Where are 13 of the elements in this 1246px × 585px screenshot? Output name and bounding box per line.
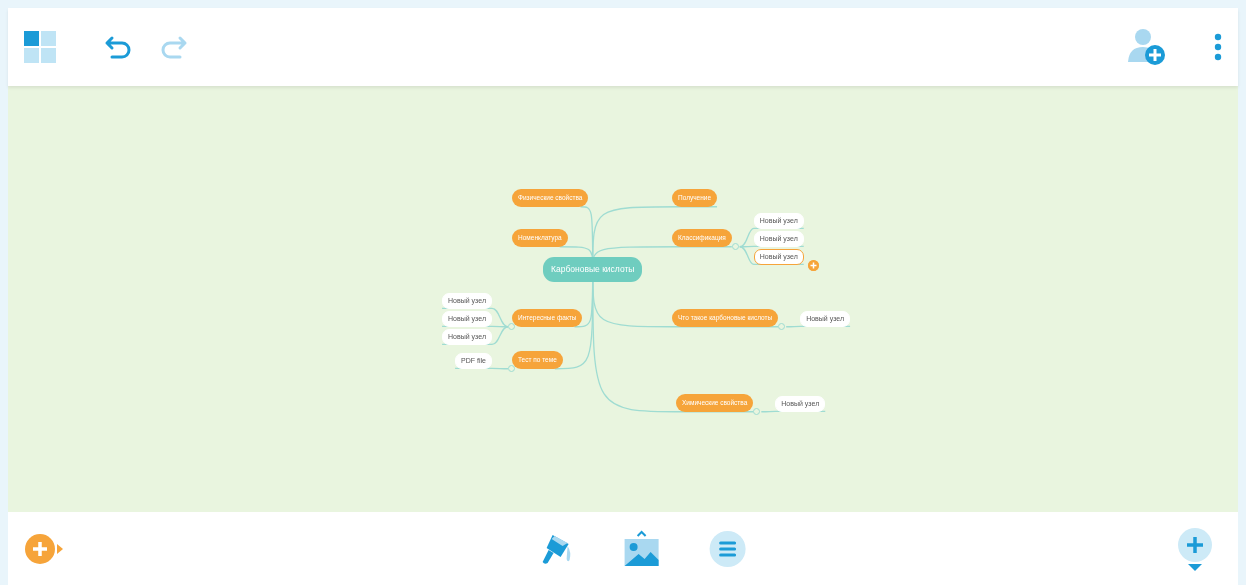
notes-icon[interactable] — [708, 529, 747, 568]
collapse-toggle[interactable] — [753, 407, 761, 415]
zoom-in-icon[interactable] — [1176, 526, 1214, 571]
menu-icon[interactable] — [1214, 33, 1222, 61]
collapse-toggle[interactable] — [778, 322, 786, 330]
layout-grid-icon[interactable] — [24, 31, 56, 63]
image-icon[interactable] — [622, 529, 661, 568]
collapse-toggle[interactable] — [508, 322, 515, 330]
add-child-icon[interactable] — [807, 260, 819, 272]
collapse-toggle[interactable] — [731, 242, 739, 250]
add-user-icon[interactable] — [1126, 28, 1166, 66]
add-node-icon[interactable] — [24, 532, 64, 565]
collapse-toggle[interactable] — [508, 364, 515, 372]
